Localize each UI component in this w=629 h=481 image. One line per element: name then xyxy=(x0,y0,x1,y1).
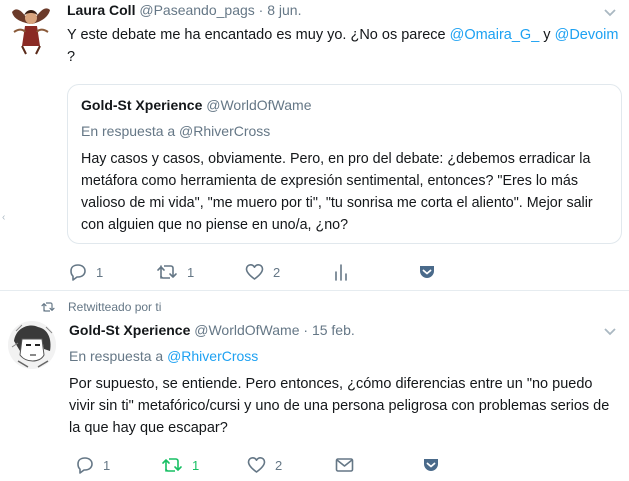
retweet-button[interactable]: 1 xyxy=(161,454,199,476)
quoted-replying-to: En respuesta a @RhiverCross xyxy=(81,123,271,139)
tweet-laura-coll[interactable]: Laura Coll @Paseando_pags · 8 jun. Y est… xyxy=(0,0,629,292)
bookmark-button[interactable] xyxy=(418,261,436,283)
direct-message-button[interactable] xyxy=(335,454,354,476)
tweet-text: Por supuesto, se entiende. Pero entonces… xyxy=(69,376,610,436)
reply-icon xyxy=(70,264,86,281)
quoted-tweet-header: Gold-St Xperience @WorldOfWame xyxy=(81,97,311,113)
tweet-text-part: y xyxy=(539,27,555,43)
reply-count: 1 xyxy=(96,264,104,280)
retweet-count: 1 xyxy=(187,264,195,280)
tweet-text-part: ? xyxy=(67,49,76,65)
like-count: 2 xyxy=(275,457,283,473)
retweet-button[interactable]: 1 xyxy=(156,261,194,283)
replying-mention[interactable]: @RhiverCross xyxy=(167,348,258,364)
quoted-author-handle: @WorldOfWame xyxy=(206,97,312,113)
bookmark-button[interactable] xyxy=(422,454,440,476)
reply-button[interactable]: 1 xyxy=(75,454,110,476)
avatar-laura-coll[interactable] xyxy=(8,2,54,56)
author-handle[interactable]: @WorldOfWame xyxy=(194,322,299,338)
author-name[interactable]: Gold-St Xperience xyxy=(69,322,190,338)
analytics-button[interactable] xyxy=(333,261,349,283)
avatar-gold-st-xperience[interactable] xyxy=(8,321,56,369)
replying-prefix: En respuesta a xyxy=(69,348,168,364)
mention-link[interactable]: @Omaira_G_ xyxy=(450,27,540,43)
quoted-author-name: Gold-St Xperience xyxy=(81,97,203,113)
tweet-divider xyxy=(0,290,629,291)
tweet-gold-st-xperience[interactable]: Retwitteado por ti Gold-St Xperience @Wo… xyxy=(0,293,629,481)
retweet-icon xyxy=(41,302,55,312)
tweet-actions: 1 1 2 xyxy=(75,454,623,476)
pocket-save-icon xyxy=(420,266,434,278)
like-count: 2 xyxy=(273,264,281,280)
tweet-header: Laura Coll @Paseando_pags · 8 jun. xyxy=(67,2,301,18)
like-button[interactable]: 2 xyxy=(245,261,280,283)
author-handle[interactable]: @Paseando_pags xyxy=(139,2,254,18)
caret-down-icon[interactable] xyxy=(603,327,617,337)
tweet-date[interactable]: 15 feb. xyxy=(312,322,355,338)
separator-dot: · xyxy=(303,322,309,338)
heart-icon xyxy=(247,457,266,473)
pocket-save-icon xyxy=(424,459,438,471)
tweet-actions: 1 1 2 xyxy=(68,261,623,283)
caret-down-icon[interactable] xyxy=(603,8,617,18)
replying-to: En respuesta a @RhiverCross xyxy=(69,348,258,364)
analytics-icon xyxy=(335,264,347,281)
quoted-tweet[interactable]: Gold-St Xperience @WorldOfWame En respue… xyxy=(67,84,622,244)
separator-dot: · xyxy=(258,2,264,18)
quoted-tweet-text: Hay casos y casos, obviamente. Pero, en … xyxy=(81,151,593,233)
retweeted-by-text: Retwitteado por ti xyxy=(68,300,162,314)
tweet-header: Gold-St Xperience @WorldOfWame · 15 feb. xyxy=(69,322,355,338)
retweeted-by-label: Retwitteado por ti xyxy=(40,300,161,314)
author-name[interactable]: Laura Coll xyxy=(67,2,135,18)
retweet-icon xyxy=(157,265,177,279)
reply-button[interactable]: 1 xyxy=(68,261,103,283)
retweet-count: 1 xyxy=(192,457,200,473)
mention-link[interactable]: @Devoim xyxy=(555,27,619,43)
reply-count: 1 xyxy=(103,457,111,473)
tweet-date[interactable]: 8 jun. xyxy=(267,2,301,18)
retweet-icon xyxy=(162,458,182,472)
reply-icon xyxy=(77,457,93,474)
tweet-text-part: Y este debate me ha encantado es muy yo.… xyxy=(67,27,450,43)
like-button[interactable]: 2 xyxy=(247,454,282,476)
heart-icon xyxy=(245,264,264,280)
message-icon xyxy=(335,458,354,472)
tweet-text: Y este debate me ha encantado es muy yo.… xyxy=(67,24,623,68)
